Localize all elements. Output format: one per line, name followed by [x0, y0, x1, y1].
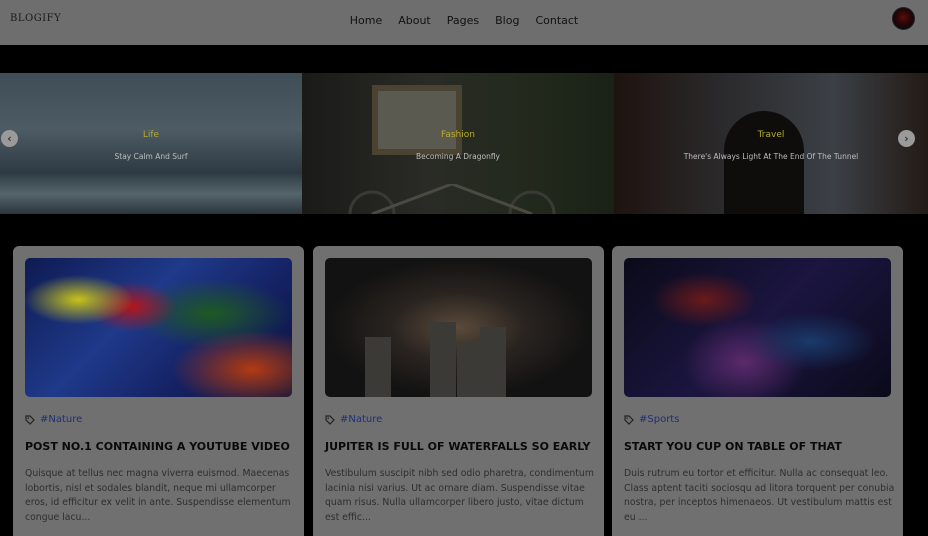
tag-label[interactable]: #Nature	[340, 414, 382, 425]
post-card[interactable]: #Sports START YOU CUP ON TABLE OF THAT D…	[612, 246, 903, 536]
tag-icon	[25, 414, 35, 425]
post-thumbnail[interactable]	[25, 258, 292, 397]
tag-label[interactable]: #Nature	[40, 414, 82, 425]
nav-blog[interactable]: Blog	[487, 13, 527, 29]
statue-pedestal	[480, 327, 506, 397]
slide-life[interactable]: Life Stay Calm And Surf	[0, 73, 302, 214]
post-title[interactable]: POST NO.1 CONTAINING A YOUTUBE VIDEO	[25, 440, 295, 453]
picture-frame-image	[372, 85, 462, 155]
post-title[interactable]: START YOU CUP ON TABLE OF THAT	[624, 440, 894, 453]
post-thumbnail[interactable]	[325, 258, 592, 397]
nav-pages[interactable]: Pages	[439, 13, 487, 29]
chevron-left-icon: ‹	[7, 132, 12, 145]
slide-subtitle[interactable]: There's Always Light At The End Of The T…	[614, 152, 928, 161]
person-silhouette-image	[724, 111, 804, 214]
post-title[interactable]: JUPITER IS FULL OF WATERFALLS SO EARLY	[325, 440, 595, 453]
slide-category[interactable]: Life	[0, 130, 302, 140]
slide-category[interactable]: Fashion	[302, 130, 614, 140]
slide-fashion[interactable]: Fashion Becoming A Dragonfly	[302, 73, 614, 214]
surf-wave-image	[0, 174, 302, 214]
post-thumbnail[interactable]	[624, 258, 891, 397]
slider-next-button[interactable]: ›	[898, 130, 915, 147]
post-card[interactable]: #Nature POST NO.1 CONTAINING A YOUTUBE V…	[13, 246, 304, 536]
bicycle-image	[348, 184, 556, 214]
slide-subtitle[interactable]: Stay Calm And Surf	[0, 152, 302, 161]
main-nav: Home About Pages Blog Contact	[0, 13, 928, 29]
nav-home[interactable]: Home	[342, 13, 390, 29]
statue-pedestal	[365, 337, 391, 397]
nav-contact[interactable]: Contact	[527, 13, 586, 29]
chevron-right-icon: ›	[904, 132, 909, 145]
statue-pedestal	[430, 322, 456, 397]
nav-about[interactable]: About	[390, 13, 439, 29]
post-card[interactable]: #Nature JUPITER IS FULL OF WATERFALLS SO…	[313, 246, 604, 536]
post-excerpt: Quisque at tellus nec magna viverra euis…	[25, 468, 291, 523]
tag-icon	[624, 414, 634, 425]
post-tag[interactable]: #Sports	[624, 414, 679, 425]
tag-label[interactable]: #Sports	[639, 414, 679, 425]
tag-icon	[325, 414, 335, 425]
user-avatar[interactable]	[892, 7, 915, 30]
slider-prev-button[interactable]: ‹	[1, 130, 18, 147]
post-tag[interactable]: #Nature	[25, 414, 82, 425]
post-excerpt: Duis rutrum eu tortor et efficitur. Null…	[624, 468, 895, 523]
post-tag[interactable]: #Nature	[325, 414, 382, 425]
slide-category[interactable]: Travel	[614, 130, 928, 140]
top-navbar: BLOGIFY Home About Pages Blog Contact	[0, 0, 928, 45]
featured-slider: Life Stay Calm And Surf Fashion Becoming…	[0, 73, 928, 214]
slide-travel[interactable]: Travel There's Always Light At The End O…	[614, 73, 928, 214]
slide-subtitle[interactable]: Becoming A Dragonfly	[302, 152, 614, 161]
post-excerpt: Vestibulum suscipit nibh sed odio pharet…	[325, 468, 594, 523]
